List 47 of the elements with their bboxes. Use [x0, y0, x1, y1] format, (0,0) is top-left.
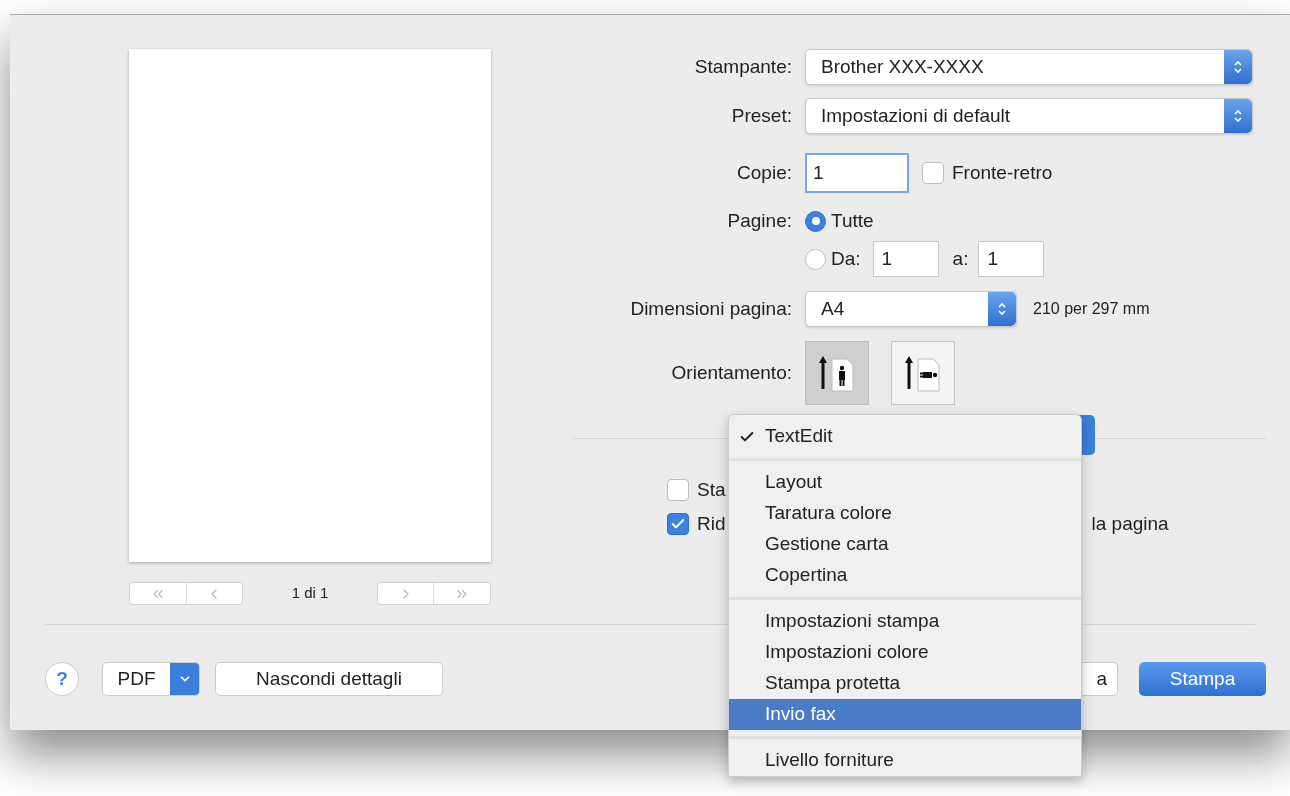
print-button[interactable]: Stampa	[1139, 662, 1266, 696]
menu-item[interactable]: Layout	[729, 467, 1081, 498]
radio-button[interactable]	[805, 248, 826, 270]
radio-label: Tutte	[831, 208, 874, 233]
menu-item[interactable]: Livello forniture	[729, 745, 1081, 776]
field-label: Pagine:	[727, 209, 792, 231]
page-counter: 1 di 1	[291, 583, 329, 604]
paper-dimensions: 210 per 297 mm	[1033, 299, 1150, 319]
stepper-icon	[1224, 99, 1252, 133]
option-checkbox[interactable]	[667, 479, 689, 501]
radio-label: Da:	[831, 246, 861, 271]
orientation-button[interactable]	[805, 341, 869, 405]
help-button[interactable]: ?	[45, 662, 79, 696]
menu-item[interactable]: Taratura colore	[729, 498, 1081, 529]
duplex-checkbox[interactable]	[922, 162, 944, 184]
hide-details-button[interactable]: Nascondi dettagli	[215, 662, 443, 696]
field-label: Dimensioni pagina:	[630, 297, 792, 319]
chevron-down-icon	[170, 663, 199, 695]
to-label: a:	[952, 246, 969, 271]
option-label-end: la pagina	[1091, 511, 1169, 536]
cancel-button[interactable]: a	[1080, 662, 1118, 696]
printer-popup[interactable]: Brother XXX-XXXX	[805, 49, 1253, 85]
from-page-field[interactable]: 1	[872, 241, 939, 277]
menu-item[interactable]: TextEdit	[729, 421, 1081, 452]
pdf-menu-button[interactable]: PDF	[102, 662, 200, 696]
radio-button[interactable]	[805, 210, 826, 232]
option-label: Rid	[697, 511, 726, 536]
menu-item[interactable]: Stampa protetta	[729, 668, 1081, 699]
duplex-label: Fronte-retro	[952, 160, 1053, 185]
paper-size-popup[interactable]: A4	[805, 291, 1017, 327]
field-label: Orientamento:	[671, 361, 792, 383]
field-label: Preset:	[731, 104, 792, 126]
option-checkbox[interactable]	[667, 513, 689, 535]
preset-popup[interactable]: Impostazioni di default	[805, 98, 1253, 134]
option-label: Sta	[697, 477, 726, 502]
orientation-button[interactable]	[891, 341, 955, 405]
copies-field[interactable]: 1	[805, 153, 909, 193]
to-page-field[interactable]: 1	[978, 241, 1045, 277]
field-label: Stampante:	[694, 55, 792, 77]
menu-item[interactable]: Copertina	[729, 560, 1081, 591]
stepper-icon	[1224, 50, 1252, 84]
menu-item[interactable]: Gestione carta	[729, 529, 1081, 560]
stepper-icon	[988, 292, 1016, 326]
menu-item[interactable]: Impostazioni stampa	[729, 606, 1081, 637]
menu-item[interactable]: Invio fax	[729, 699, 1081, 730]
field-label: Copie:	[737, 161, 792, 183]
menu-item[interactable]: Impostazioni colore	[729, 637, 1081, 668]
